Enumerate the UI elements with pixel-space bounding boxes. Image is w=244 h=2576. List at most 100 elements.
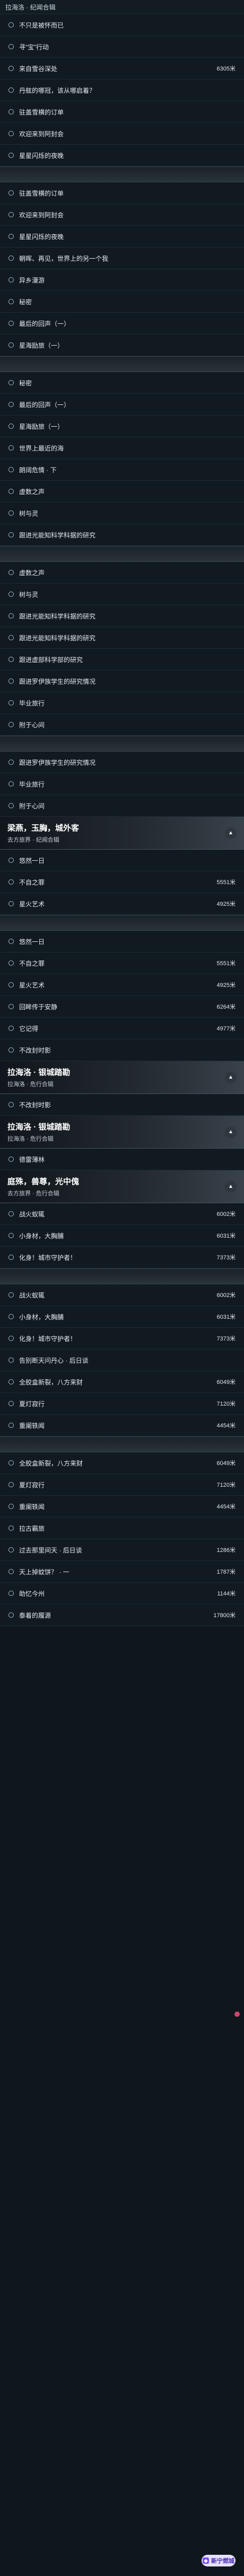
quest-title: 助忆今州 (19, 1590, 45, 1598)
quest-list: 悠然一日 不自之罪 5551米 星火艺术 4925米 (0, 850, 244, 915)
quest-title: 异乡漫游 (19, 276, 45, 284)
quest-row[interactable]: 不改封时影 (0, 1039, 244, 1061)
collapse-chevron-icon[interactable]: ▲ (225, 1071, 237, 1083)
quest-distance: 7373米 (216, 1255, 236, 1261)
quest-distance: 4454米 (216, 1423, 236, 1429)
quest-row[interactable]: 跟进罗伊族学生的研究情况 (0, 671, 244, 692)
quest-row[interactable]: 跟进虚部科学部的研究 (0, 649, 244, 671)
quest-row[interactable]: 附于心间 (0, 714, 244, 736)
quest-title: 秘密 (19, 298, 32, 306)
quest-row[interactable]: 星海励旅（一） (0, 334, 244, 356)
quest-row[interactable]: 驻盖雪横的订单 (0, 101, 244, 123)
quest-title: 驻盖雪横的订单 (19, 189, 64, 197)
section-divider (0, 166, 244, 182)
quest-distance: 4925米 (216, 982, 236, 989)
quest-list: 德雷薄林 (0, 1149, 244, 1170)
quest-row[interactable]: 朝晖、再见，世界上的另一个我 (0, 248, 244, 269)
quest-row[interactable]: 全胶盒新裂，八方来财 6049米 (0, 1452, 244, 1474)
collection-banner[interactable]: 梁燕，玉胸，城外客 去方旅界 · 纪闻合辑 ▲ (0, 817, 244, 850)
quest-row[interactable]: 星星闪烁的夜晚 (0, 226, 244, 248)
quest-row[interactable]: 化身！城市守护者！ 7373米 (0, 1247, 244, 1268)
quest-row[interactable]: 德雷薄林 (0, 1149, 244, 1170)
quest-row[interactable]: 星火艺术 4925米 (0, 893, 244, 915)
quest-row[interactable]: 回眸传于安静 6264米 (0, 996, 244, 1018)
quest-row[interactable]: 它记得 4977米 (0, 1018, 244, 1039)
page-title: 拉海洛 · 纪闻合辑 (5, 3, 56, 11)
quest-row[interactable]: 战火蚁辄 6002米 (0, 1284, 244, 1306)
quest-row[interactable]: 夏灯寂行 7120米 (0, 1474, 244, 1496)
collection-banner[interactable]: 庭殊，兽尊，光中傀 去方旅界 · 危行合辑 ▲ (0, 1170, 244, 1203)
section-divider (0, 1268, 244, 1284)
quest-title: 星星闪烁的夜晚 (19, 233, 64, 241)
quest-row[interactable]: 不只是被怀而已 (0, 14, 244, 36)
quest-row[interactable]: 最后的回声（一） (0, 313, 244, 334)
quest-row[interactable]: 悠然一日 (0, 931, 244, 952)
quest-row[interactable]: 欢迎来到阿封会 (0, 123, 244, 145)
quest-row[interactable]: 寻“宝”行动 (0, 36, 244, 58)
collapse-chevron-icon[interactable]: ▲ (225, 1180, 237, 1193)
quest-row[interactable]: 小身材，大胸脯 6031米 (0, 1306, 244, 1328)
quest-row[interactable]: 异乡漫游 (0, 269, 244, 291)
quest-row[interactable]: 来自雪谷深处 6305米 (0, 58, 244, 80)
status-circle-icon (8, 1569, 14, 1574)
quest-row[interactable]: 树与灵 (0, 584, 244, 605)
quest-row[interactable]: 跟进光能知科学科据的研究 (0, 605, 244, 627)
quest-row[interactable]: 重阑轶闻 4454米 (0, 1496, 244, 1518)
quest-row[interactable]: 小身材，大胸脯 6031米 (0, 1225, 244, 1247)
quest-row[interactable]: 世界上最近的海 (0, 437, 244, 459)
quest-row[interactable]: 朗阔危情 · 下 (0, 459, 244, 481)
quest-row[interactable]: 全胶盒新裂，八方来财 6049米 (0, 1371, 244, 1393)
status-circle-icon (8, 380, 14, 385)
quest-row[interactable]: 重阑轶闻 4454米 (0, 1415, 244, 1436)
quest-row[interactable]: 告别断天问丹心 · 后日谈 (0, 1349, 244, 1371)
quest-row[interactable]: 不自之罪 5551米 (0, 871, 244, 893)
quest-row[interactable]: 过去那里间天 · 后日谈 1286米 (0, 1539, 244, 1561)
quest-row[interactable]: 毕业旅行 (0, 692, 244, 714)
quest-row[interactable]: 悠然一日 (0, 850, 244, 871)
quest-row[interactable]: 战火蚁辄 6002米 (0, 1203, 244, 1225)
status-circle-icon (8, 1211, 14, 1216)
quest-row[interactable]: 丹舷的哪冠，该从哪启着？ (0, 80, 244, 101)
quest-row[interactable]: 星星闪烁的夜晚 (0, 145, 244, 166)
collection-banner[interactable]: 拉海洛 · 银城踏勘 拉海洛 · 危行合辑 ▲ (0, 1116, 244, 1149)
quest-row[interactable]: 星海励旅（一） (0, 416, 244, 437)
screen: 拉海洛 · 纪闻合辑 不只是被怀而已 寻“宝”行动 来自雪谷深处 6305米 丹舷的哪冠… (0, 0, 244, 2576)
status-circle-icon (8, 1460, 14, 1466)
quest-row[interactable]: 树与灵 (0, 502, 244, 524)
quest-row[interactable]: 不自之罪 5551米 (0, 952, 244, 974)
collection-subtitle: 去方旅界 · 危行合辑 (7, 1190, 59, 1197)
quest-row[interactable]: 泰着的履源 17800米 (0, 1604, 244, 1626)
quest-row[interactable]: 化身！城市守护者！ 7373米 (0, 1328, 244, 1349)
quest-row[interactable]: 最后的回声（一） (0, 394, 244, 416)
status-circle-icon (8, 109, 14, 114)
quest-row[interactable]: 助忆今州 1144米 (0, 1583, 244, 1604)
quest-row[interactable]: 欢迎来到阿封会 (0, 204, 244, 226)
collection-banner-text: 梁燕，玉胸，城外客 去方旅界 · 纪闻合辑 (7, 822, 79, 844)
quest-distance: 17800米 (213, 1612, 236, 1619)
quest-row[interactable]: 秘密 (0, 372, 244, 394)
quest-row[interactable]: 不改封时影 (0, 1094, 244, 1116)
quest-row[interactable]: 虚数之声 (0, 481, 244, 502)
quest-row[interactable]: 跟进光能知科学科据的研究 (0, 524, 244, 546)
quest-row[interactable]: 夏灯寂行 7120米 (0, 1393, 244, 1415)
collapse-chevron-icon[interactable]: ▲ (225, 827, 237, 839)
floating-app-button[interactable]: ◆ 新宁燃城 (202, 2555, 236, 2566)
quest-distance: 7373米 (216, 1336, 236, 1342)
quest-row[interactable]: 驻盖雪横的订单 (0, 182, 244, 204)
quest-row[interactable]: 附于心间 (0, 795, 244, 817)
quest-distance: 1144米 (217, 1591, 236, 1597)
quest-row[interactable]: 星火艺术 4925米 (0, 974, 244, 996)
quest-row[interactable]: 拉古霸旅 (0, 1518, 244, 1539)
quest-row[interactable]: 跟进光能知科学科据的研究 (0, 627, 244, 649)
quest-title: 星火艺术 (19, 900, 45, 908)
quest-row[interactable]: 秘密 (0, 291, 244, 313)
collection-banner[interactable]: 拉海洛 · 银城踏勘 拉海洛 · 危行合辑 ▲ (0, 1061, 244, 1094)
quest-row[interactable]: 跟进罗伊族学生的研究情况 (0, 752, 244, 773)
quest-row[interactable]: 毕业旅行 (0, 773, 244, 795)
collapse-chevron-icon[interactable]: ▲ (225, 1126, 237, 1138)
status-circle-icon (8, 1026, 14, 1031)
quest-title: 跟进光能知科学科据的研究 (19, 531, 96, 539)
quest-row[interactable]: 虚数之声 (0, 562, 244, 584)
quest-row[interactable]: 天上掉蚊饼？ · 一 1787米 (0, 1561, 244, 1583)
status-circle-icon (8, 635, 14, 640)
